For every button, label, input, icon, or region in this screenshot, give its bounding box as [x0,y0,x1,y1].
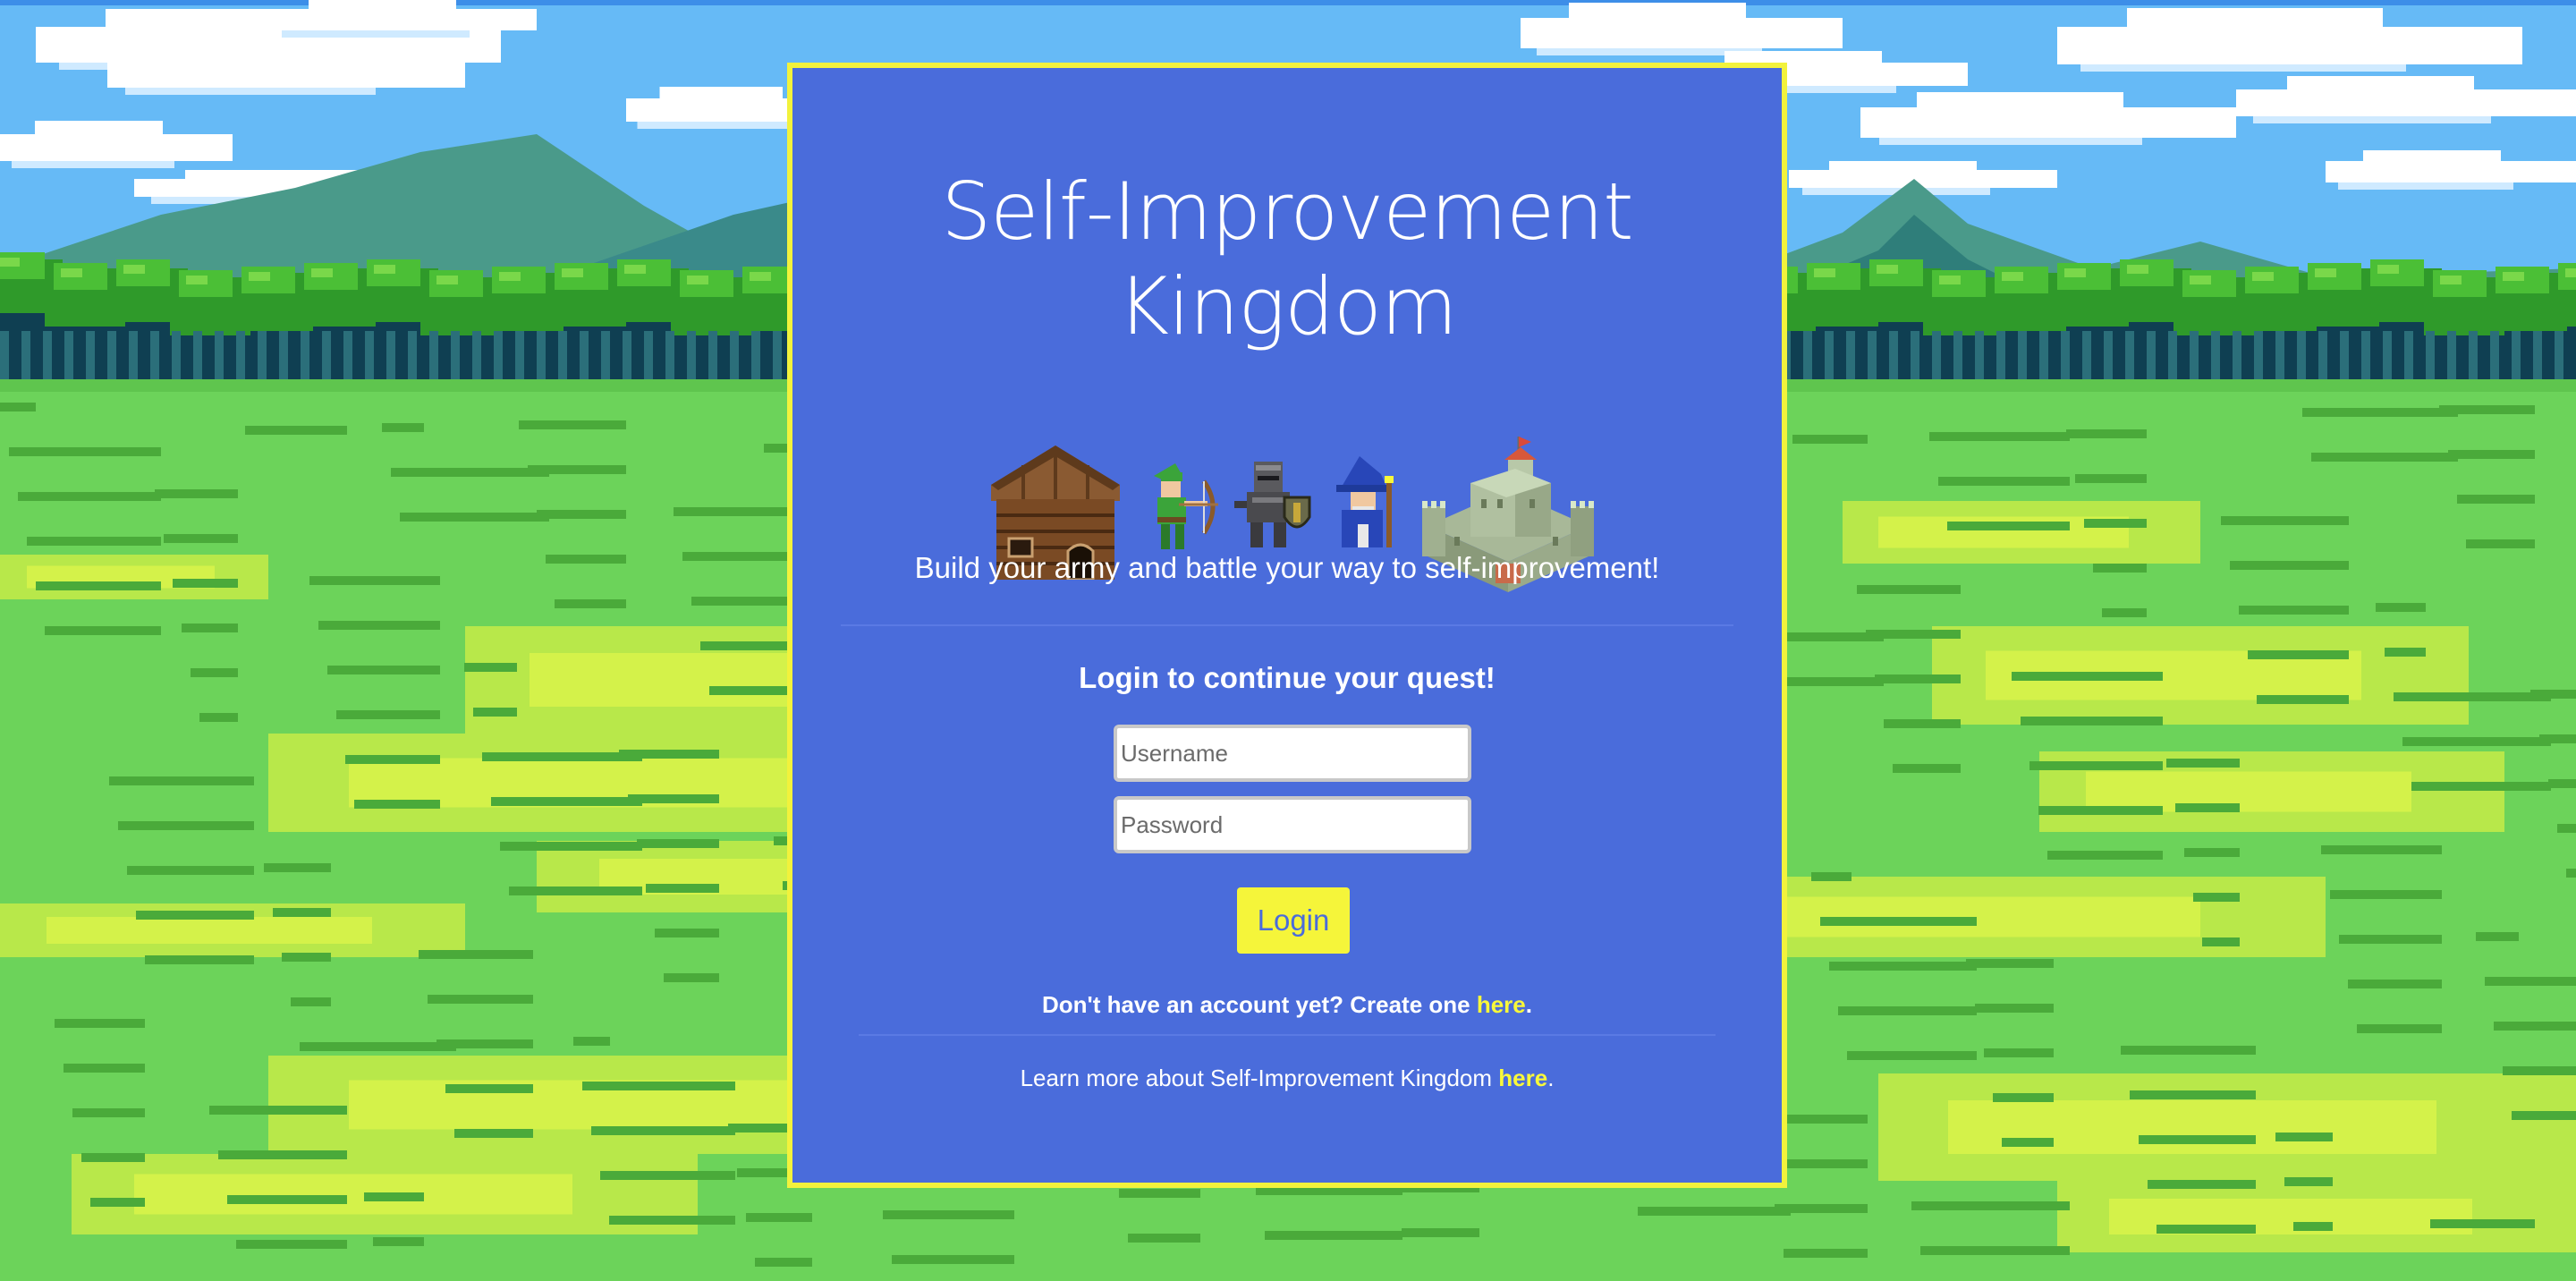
wizard-icon [1336,456,1394,547]
signup-text: Don't have an account yet? Create one he… [792,987,1782,1022]
login-card: Self-Improvement Kingdom Build your army… [787,63,1787,1188]
learn-more-text: Learn more about Self-Improvement Kingdo… [792,1060,1782,1096]
app-title-line1: Self-Improvement [941,165,1633,258]
divider-top [841,624,1733,626]
username-input[interactable] [1114,725,1471,782]
tagline: Build your army and battle your way to s… [914,551,1660,584]
signup-prefix: Don't have an account yet? Create one [1041,991,1477,1018]
login-prompt: Login to continue your quest! [1079,661,1496,694]
login-button[interactable]: Login [1237,887,1350,954]
app-title: Self-Improvement Kingdom [792,165,1782,354]
app-title-line2: Kingdom [1117,260,1457,352]
learn-more-suffix: . [1547,1065,1555,1091]
signup-suffix: . [1525,991,1532,1018]
divider-bottom [859,1034,1716,1036]
archer-icon [1154,463,1218,549]
password-input[interactable] [1114,796,1471,853]
knight-icon [1234,462,1311,547]
signup-link[interactable]: here [1477,991,1526,1018]
learn-more-link[interactable]: here [1498,1065,1547,1091]
learn-more-prefix: Learn more about Self-Improvement Kingdo… [1020,1065,1499,1091]
